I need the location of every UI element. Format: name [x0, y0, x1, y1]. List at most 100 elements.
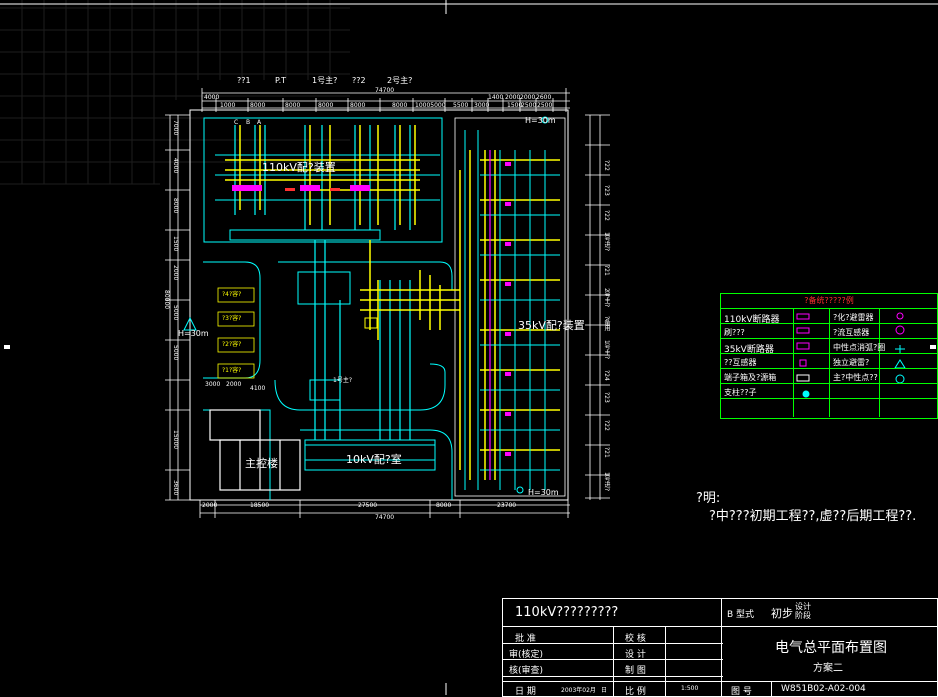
drawing-no: W851B02-A02-004 [781, 684, 866, 694]
top-dim-6: 8000 [392, 102, 408, 109]
label-main-building: 主控楼 [245, 457, 278, 470]
label-h30-bottom: H=30m [528, 488, 559, 497]
project-name: 110kV????????? [515, 605, 619, 620]
title-block: 110kV????????? B 型式 初步 设计 阶段 批 准 审(核定) 核… [502, 598, 938, 697]
bottom-dim-4: 23700 [497, 502, 517, 509]
legend-item-voltage-transformer: ??互感器 [724, 358, 757, 367]
capacitor-label-3: ?3?容? [222, 315, 242, 322]
date-suffix: 日 [601, 687, 608, 694]
top-dim-1: 1000 [220, 102, 236, 109]
role-review: 审(核定) [509, 650, 544, 660]
role-approve: 批 准 [515, 634, 536, 644]
left-dim-5: 5000 [172, 305, 179, 321]
left-dim-4: 2000 [172, 265, 179, 281]
legend-item-circuit-breaker-35: 35kV断路器 [724, 345, 774, 355]
top-dim-9: 3000 [474, 102, 490, 109]
top-dim-13: 2600 [536, 94, 552, 101]
mid-dim-0: 3000 [205, 381, 221, 388]
legend-item-current-transformer: ?流互感器 [833, 328, 870, 337]
left-dim-2: 8000 [172, 198, 179, 214]
bottom-total-dim: 74700 [375, 514, 395, 521]
notes-title: ?明: [696, 491, 721, 506]
top-header-4: ??2 [352, 76, 366, 85]
left-total-dim: 80000 [163, 290, 170, 310]
right-bay-4: 1号进? [603, 232, 610, 252]
legend-item-post-insulator: 支柱??子 [724, 388, 757, 397]
left-dim-6: 5000 [172, 345, 179, 361]
capacitor-label-4: ?4?容? [222, 291, 242, 298]
role-design: 设 计 [625, 650, 646, 660]
legend-item-lightning-rod: 独立避雷? [833, 358, 870, 367]
left-dim-3: 1500 [172, 236, 179, 252]
top-dim-11: 2000 [505, 94, 521, 101]
stage-sub: 设计 阶段 [795, 602, 811, 620]
left-dim-9: 3600 [172, 480, 179, 496]
top-dim-5: 8000 [350, 102, 366, 109]
right-bay-3: ?21 [603, 265, 610, 276]
left-dim-8: 15000 [172, 430, 179, 450]
top-dim-15: 2500 [521, 102, 537, 109]
label-10kv-room: 10kV配?室 [346, 453, 402, 466]
legend-item-terminal-box: 端子箱及?源箱 [724, 373, 777, 382]
label-h30-top: H=30m [525, 116, 556, 125]
phase-a-label: A [257, 119, 262, 126]
legend-item-surge-arrester: ?化?避雷器 [833, 313, 874, 322]
top-dim-7: 10005000 [415, 102, 446, 109]
legend-item-disconnector: 刷??? [724, 328, 745, 337]
role-proof: 校 核 [625, 634, 646, 644]
phase-c-label: C [234, 119, 239, 126]
left-dim-0: 7000 [172, 120, 179, 136]
bottom-dim-2: 27500 [358, 502, 378, 509]
top-header-2: P.T [275, 76, 287, 85]
right-bay-12: 1号进? [603, 472, 610, 492]
capacitor-label-1: ?1?容? [222, 367, 242, 374]
right-bay-11: ?21 [603, 447, 610, 458]
top-header-5: 2号主? [387, 76, 413, 85]
top-dim-14: 1500 [507, 102, 523, 109]
label-transformer-1: 1号主? [333, 377, 353, 384]
background-grid [0, 0, 350, 185]
role-check: 核(审查) [509, 666, 544, 676]
top-header-3: 1号主? [312, 76, 338, 85]
phase-b-label: B [246, 119, 251, 126]
capacitor-label-2: ?2?容? [222, 341, 242, 348]
legend-item-neutral-point: 主?中性点?? [833, 373, 878, 382]
legend-item-circuit-breaker-110: 110kV断路器 [724, 315, 780, 325]
right-bay-2: ?22 [603, 210, 610, 221]
stage-type: B 型式 [727, 610, 755, 620]
stage: 初步 [771, 607, 793, 620]
top-dim-12: 2000 [520, 94, 536, 101]
right-bay-0: ?22 [603, 160, 610, 171]
role-scale: 比 例 [625, 687, 646, 697]
top-dim-8: 5500 [453, 102, 469, 109]
left-dim-1: 4000 [172, 158, 179, 174]
drawing-title: 电气总平面布置图 [775, 640, 887, 656]
right-bay-10: ?22 [603, 420, 610, 431]
right-bay-9: ?23 [603, 392, 610, 403]
mid-dim-2: 4100 [250, 385, 266, 392]
date-value: 2003年02月 [561, 687, 596, 694]
legend-title: ?备统?????例 [721, 294, 937, 309]
legend-item-arc-suppression-coil: 中性点消弧?圈 [833, 343, 886, 352]
top-header-1: ??1 [237, 76, 251, 85]
right-bay-5: 2号主? [603, 288, 610, 308]
top-dim-0: 4000 [204, 94, 220, 101]
top-dim-10: 1400 [488, 94, 504, 101]
mid-dim-1: 2000 [226, 381, 242, 388]
right-bay-6: ?备用 [603, 316, 610, 332]
bottom-dim-0: 2000 [202, 502, 218, 509]
top-dim-4: 8000 [318, 102, 334, 109]
role-draw: 制 图 [625, 666, 646, 676]
right-bay-1: ?23 [603, 185, 610, 196]
top-total-dim: 74700 [375, 87, 395, 94]
top-dim-2: 8000 [250, 102, 266, 109]
bottom-dim-3: 8000 [436, 502, 452, 509]
label-35kv-zone: 35kV配?装置 [518, 319, 585, 332]
right-bay-7: 1号主? [603, 340, 610, 360]
bottom-dim-1: 18500 [250, 502, 270, 509]
label-h30-left: H=30m [178, 329, 209, 338]
scale-value: 1:500 [681, 685, 699, 692]
top-dim-16: 2500 [537, 102, 553, 109]
top-dim-3: 8000 [285, 102, 301, 109]
right-bay-8: ?24 [603, 370, 610, 381]
